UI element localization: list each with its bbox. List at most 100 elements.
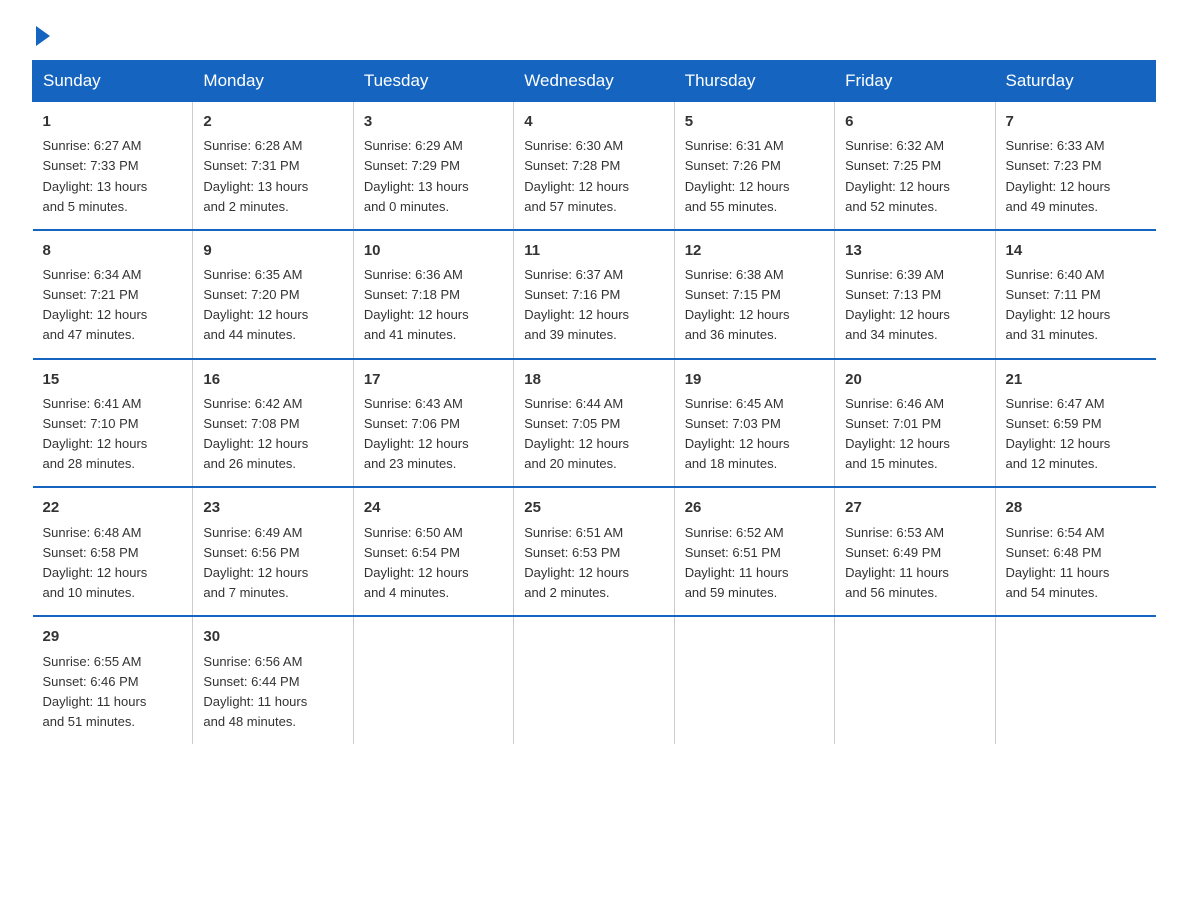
day-number: 1 [43,110,183,133]
week-row-2: 8 Sunrise: 6:34 AMSunset: 7:21 PMDaylight… [33,230,1156,359]
day-number: 22 [43,496,183,519]
day-number: 28 [1006,496,1146,519]
day-info: Sunrise: 6:40 AMSunset: 7:11 PMDaylight:… [1006,265,1146,346]
day-info: Sunrise: 6:53 AMSunset: 6:49 PMDaylight:… [845,523,984,604]
day-number: 26 [685,496,824,519]
day-cell [995,616,1155,744]
day-header-thursday: Thursday [674,61,834,102]
day-cell [514,616,674,744]
day-info: Sunrise: 6:38 AMSunset: 7:15 PMDaylight:… [685,265,824,346]
day-number: 15 [43,368,183,391]
day-cell [353,616,513,744]
day-info: Sunrise: 6:42 AMSunset: 7:08 PMDaylight:… [203,394,342,475]
day-number: 2 [203,110,342,133]
day-number: 5 [685,110,824,133]
day-number: 18 [524,368,663,391]
day-number: 23 [203,496,342,519]
day-number: 8 [43,239,183,262]
day-info: Sunrise: 6:34 AMSunset: 7:21 PMDaylight:… [43,265,183,346]
day-cell: 26Sunrise: 6:52 AMSunset: 6:51 PMDayligh… [674,487,834,616]
day-info: Sunrise: 6:51 AMSunset: 6:53 PMDaylight:… [524,523,663,604]
day-info: Sunrise: 6:29 AMSunset: 7:29 PMDaylight:… [364,136,503,217]
calendar-table: SundayMondayTuesdayWednesdayThursdayFrid… [32,60,1156,744]
day-header-wednesday: Wednesday [514,61,674,102]
day-cell [674,616,834,744]
header [32,24,1156,42]
day-cell: 27 Sunrise: 6:53 AMSunset: 6:49 PMDayligh… [835,487,995,616]
day-cell: 12 Sunrise: 6:38 AMSunset: 7:15 PMDayligh… [674,230,834,359]
day-info: Sunrise: 6:31 AMSunset: 7:26 PMDaylight:… [685,136,824,217]
day-cell: 10 Sunrise: 6:36 AMSunset: 7:18 PMDayligh… [353,230,513,359]
day-number: 20 [845,368,984,391]
week-row-5: 29Sunrise: 6:55 AMSunset: 6:46 PMDayligh… [33,616,1156,744]
day-header-saturday: Saturday [995,61,1155,102]
week-row-3: 15 Sunrise: 6:41 AMSunset: 7:10 PMDayligh… [33,359,1156,488]
day-cell: 29Sunrise: 6:55 AMSunset: 6:46 PMDayligh… [33,616,193,744]
day-cell: 11 Sunrise: 6:37 AMSunset: 7:16 PMDayligh… [514,230,674,359]
day-number: 30 [203,625,342,648]
day-number: 13 [845,239,984,262]
day-info: Sunrise: 6:36 AMSunset: 7:18 PMDaylight:… [364,265,503,346]
day-number: 4 [524,110,663,133]
day-cell: 4 Sunrise: 6:30 AMSunset: 7:28 PMDaylight… [514,102,674,230]
day-number: 7 [1006,110,1146,133]
day-info: Sunrise: 6:49 AMSunset: 6:56 PMDaylight:… [203,523,342,604]
day-number: 27 [845,496,984,519]
day-info: Sunrise: 6:45 AMSunset: 7:03 PMDaylight:… [685,394,824,475]
day-info: Sunrise: 6:47 AMSunset: 6:59 PMDaylight:… [1006,394,1146,475]
day-cell: 6 Sunrise: 6:32 AMSunset: 7:25 PMDaylight… [835,102,995,230]
day-info: Sunrise: 6:28 AMSunset: 7:31 PMDaylight:… [203,136,342,217]
day-number: 12 [685,239,824,262]
day-number: 24 [364,496,503,519]
day-cell: 16 Sunrise: 6:42 AMSunset: 7:08 PMDayligh… [193,359,353,488]
day-cell: 5 Sunrise: 6:31 AMSunset: 7:26 PMDaylight… [674,102,834,230]
day-info: Sunrise: 6:46 AMSunset: 7:01 PMDaylight:… [845,394,984,475]
day-info: Sunrise: 6:55 AMSunset: 6:46 PMDaylight:… [43,652,183,733]
day-info: Sunrise: 6:41 AMSunset: 7:10 PMDaylight:… [43,394,183,475]
day-info: Sunrise: 6:27 AMSunset: 7:33 PMDaylight:… [43,136,183,217]
day-cell: 22 Sunrise: 6:48 AMSunset: 6:58 PMDayligh… [33,487,193,616]
day-number: 3 [364,110,503,133]
day-cell: 15 Sunrise: 6:41 AMSunset: 7:10 PMDayligh… [33,359,193,488]
day-number: 25 [524,496,663,519]
day-info: Sunrise: 6:50 AMSunset: 6:54 PMDaylight:… [364,523,503,604]
day-cell: 21 Sunrise: 6:47 AMSunset: 6:59 PMDayligh… [995,359,1155,488]
day-cell: 24 Sunrise: 6:50 AMSunset: 6:54 PMDayligh… [353,487,513,616]
day-info: Sunrise: 6:39 AMSunset: 7:13 PMDaylight:… [845,265,984,346]
day-cell: 30Sunrise: 6:56 AMSunset: 6:44 PMDayligh… [193,616,353,744]
day-cell: 13 Sunrise: 6:39 AMSunset: 7:13 PMDayligh… [835,230,995,359]
day-cell: 17 Sunrise: 6:43 AMSunset: 7:06 PMDayligh… [353,359,513,488]
day-cell: 1 Sunrise: 6:27 AMSunset: 7:33 PMDaylight… [33,102,193,230]
day-info: Sunrise: 6:37 AMSunset: 7:16 PMDaylight:… [524,265,663,346]
day-cell: 2 Sunrise: 6:28 AMSunset: 7:31 PMDaylight… [193,102,353,230]
day-cell [835,616,995,744]
day-info: Sunrise: 6:33 AMSunset: 7:23 PMDaylight:… [1006,136,1146,217]
day-header-sunday: Sunday [33,61,193,102]
day-info: Sunrise: 6:48 AMSunset: 6:58 PMDaylight:… [43,523,183,604]
day-info: Sunrise: 6:35 AMSunset: 7:20 PMDaylight:… [203,265,342,346]
day-cell: 9Sunrise: 6:35 AMSunset: 7:20 PMDaylight… [193,230,353,359]
day-cell: 8 Sunrise: 6:34 AMSunset: 7:21 PMDaylight… [33,230,193,359]
day-number: 14 [1006,239,1146,262]
day-info: Sunrise: 6:54 AMSunset: 6:48 PMDaylight:… [1006,523,1146,604]
day-cell: 25 Sunrise: 6:51 AMSunset: 6:53 PMDayligh… [514,487,674,616]
week-row-4: 22 Sunrise: 6:48 AMSunset: 6:58 PMDayligh… [33,487,1156,616]
day-number: 17 [364,368,503,391]
day-number: 21 [1006,368,1146,391]
day-number: 11 [524,239,663,262]
day-cell: 14 Sunrise: 6:40 AMSunset: 7:11 PMDayligh… [995,230,1155,359]
day-info: Sunrise: 6:30 AMSunset: 7:28 PMDaylight:… [524,136,663,217]
day-number: 16 [203,368,342,391]
day-header-row: SundayMondayTuesdayWednesdayThursdayFrid… [33,61,1156,102]
day-number: 6 [845,110,984,133]
day-header-friday: Friday [835,61,995,102]
day-number: 10 [364,239,503,262]
day-cell: 3 Sunrise: 6:29 AMSunset: 7:29 PMDaylight… [353,102,513,230]
day-header-tuesday: Tuesday [353,61,513,102]
day-number: 19 [685,368,824,391]
day-cell: 19 Sunrise: 6:45 AMSunset: 7:03 PMDayligh… [674,359,834,488]
day-info: Sunrise: 6:32 AMSunset: 7:25 PMDaylight:… [845,136,984,217]
logo [32,24,50,42]
day-info: Sunrise: 6:43 AMSunset: 7:06 PMDaylight:… [364,394,503,475]
logo-arrow-icon [36,26,50,46]
